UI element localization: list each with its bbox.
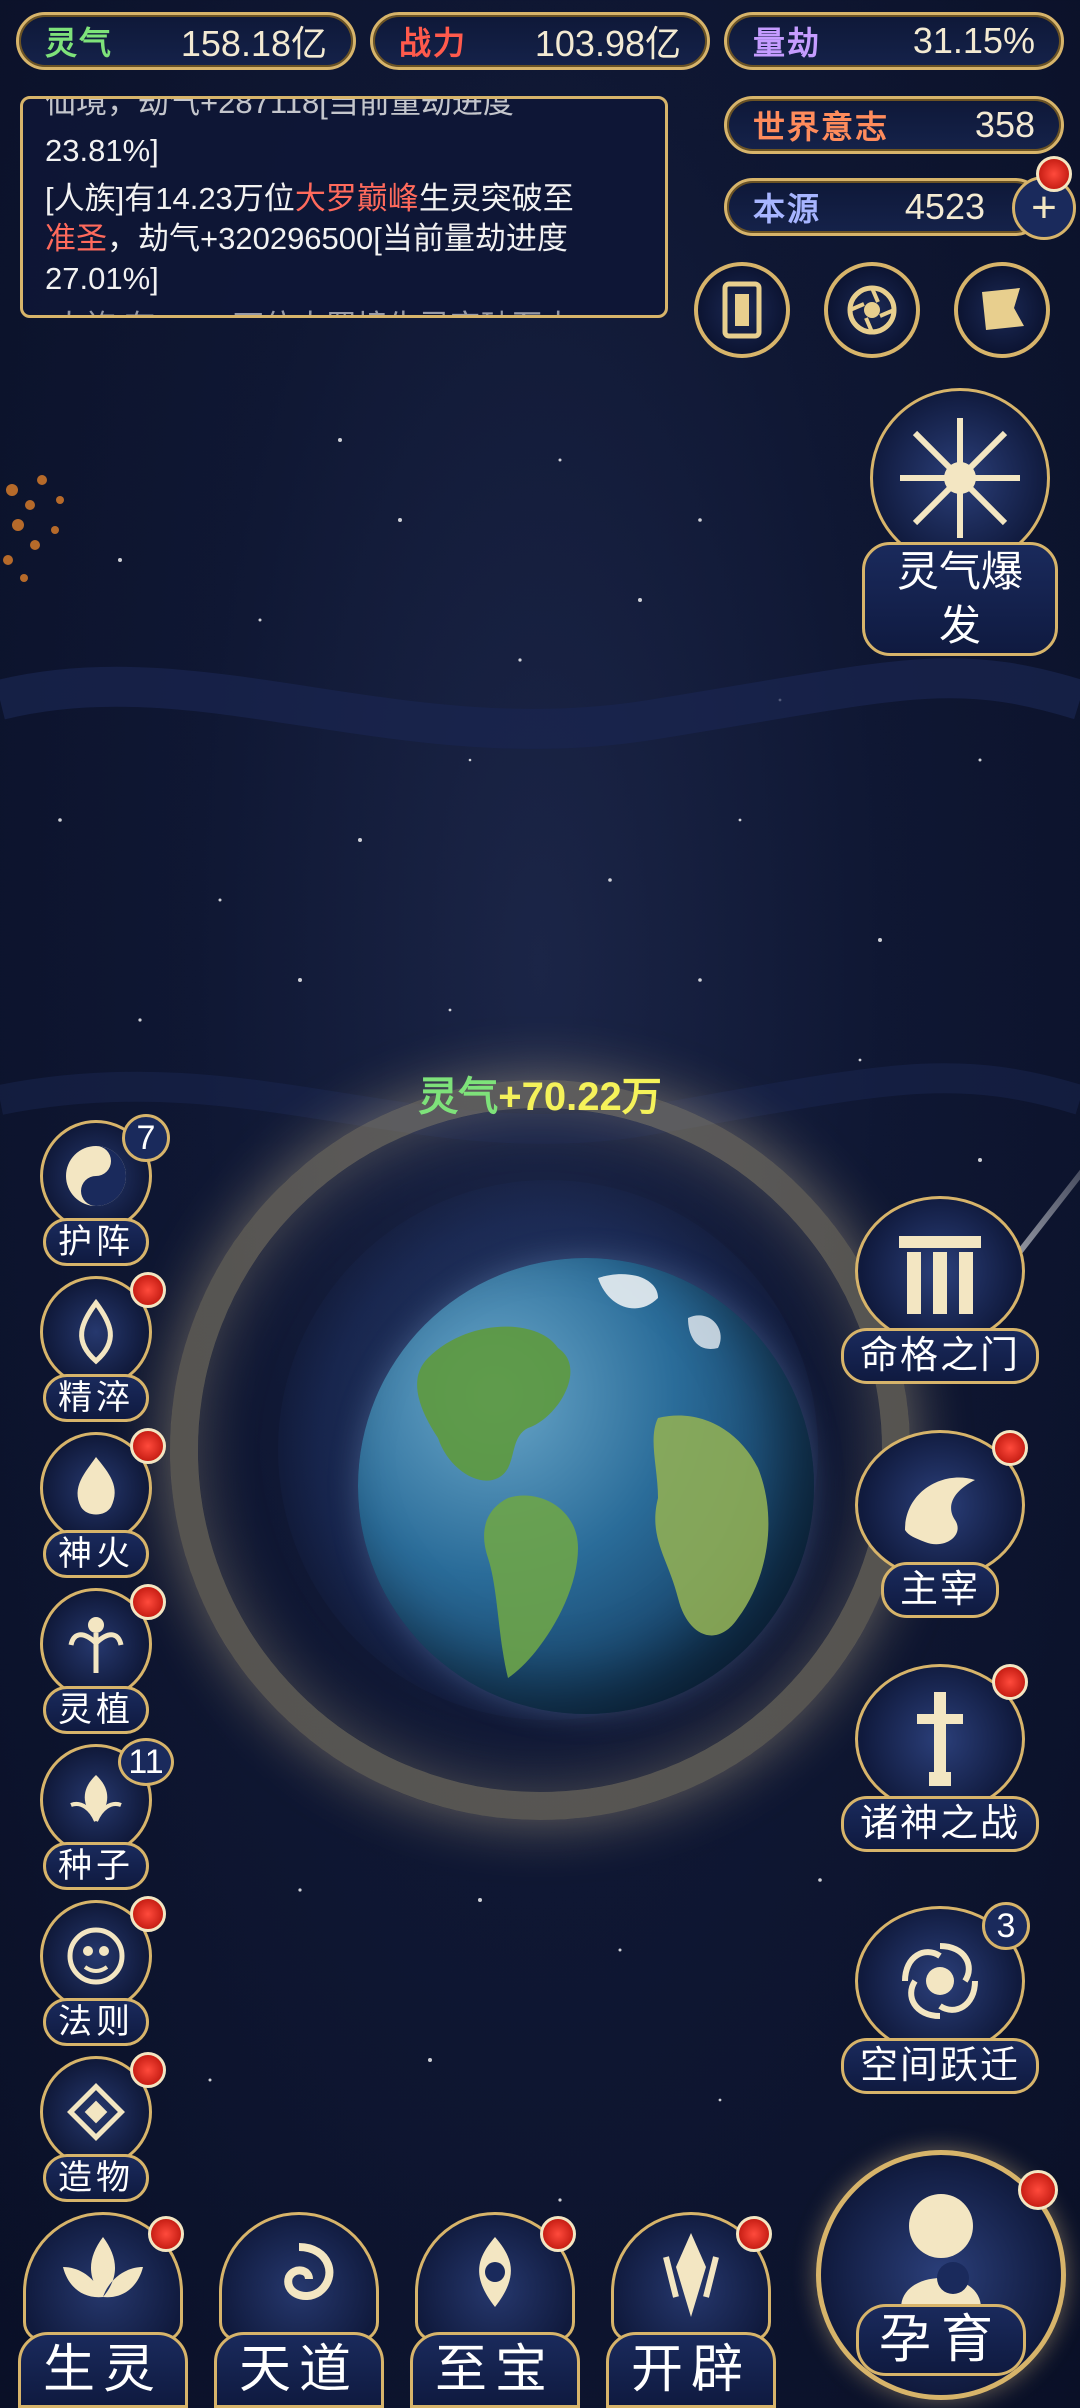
lingqi-label: 灵气 [45, 25, 114, 61]
lingqi-stat: 灵气 158.18亿 [16, 12, 356, 70]
menu-zhushen-label: 诸神之战 [840, 1796, 1039, 1852]
bottom-kaipi-label: 开辟 [606, 2332, 776, 2408]
gain-value: +70.22万 [498, 1075, 662, 1119]
shijie-label: 世界意志 [753, 109, 890, 145]
menu-zhuzai[interactable]: 主宰 [840, 1430, 1040, 1618]
menu-mingge-label: 命格之门 [840, 1328, 1039, 1384]
menu-mingge[interactable]: 命格之门 [840, 1196, 1040, 1384]
menu-shenhuo-label: 神火 [43, 1530, 149, 1578]
menu-kongjian-label: 空间跃迁 [840, 2038, 1039, 2094]
log-entry-2-realm: 准圣 [45, 221, 107, 256]
gate-icon [855, 1196, 1025, 1346]
log-line1-end: 23.81%] [45, 133, 159, 168]
menu-huzhen[interactable]: 护阵 7 [40, 1114, 170, 1266]
yunyu-label: 孕育 [856, 2304, 1026, 2376]
benyuan-value: 4523 [904, 186, 985, 227]
bottom-zhibao-dot [540, 2216, 576, 2252]
bottom-zhibao[interactable]: 至宝 [410, 2212, 580, 2408]
shijie-value: 358 [974, 104, 1035, 145]
menu-zaowu[interactable]: 造物 [40, 2052, 166, 2202]
bottom-shengling-dot [148, 2216, 184, 2252]
event-log[interactable]: 仙境，劫气+287118[当前量劫进度 23.81%] [人族]有14.23万位… [20, 96, 668, 318]
menu-lingzhi[interactable]: 灵植 [40, 1584, 166, 1734]
menu-shenhuo[interactable]: 神火 [40, 1428, 166, 1578]
menu-kongjian-badge: 3 [982, 1902, 1030, 1950]
zhanli-stat: 战力 103.98亿 [370, 12, 710, 70]
menu-lingzhi-dot [130, 1584, 166, 1620]
menu-zhuzai-label: 主宰 [880, 1562, 999, 1618]
menu-jingcui-label: 精淬 [43, 1374, 149, 1422]
menu-jingcui-dot [130, 1272, 166, 1308]
mother-icon [901, 2194, 981, 2308]
liangjie-label: 量劫 [753, 25, 822, 61]
zhanli-label: 战力 [399, 25, 468, 61]
benyuan-stat[interactable]: 本源 4523 [724, 178, 1044, 236]
bottom-tiandao[interactable]: 天道 [214, 2212, 384, 2408]
menu-faze[interactable]: 法则 [40, 1896, 166, 2046]
menu-jingcui[interactable]: 精淬 [40, 1272, 166, 1422]
log-partial-top: 仙境，劫气+287118[当前量劫进度 [45, 96, 514, 120]
liangjie-stat[interactable]: 量劫 31.15% [724, 12, 1064, 70]
bottom-zhibao-label: 至宝 [410, 2332, 580, 2408]
menu-faze-dot [130, 1896, 166, 1932]
card-button[interactable] [694, 262, 790, 358]
swirl-icon [219, 2212, 379, 2342]
menu-huzhen-label: 护阵 [43, 1218, 149, 1266]
log-entry-2-prefix: [人族]有14.23万位 [45, 181, 295, 216]
spirit-gain: 灵气+70.22万 [0, 1064, 1080, 1122]
liangjie-value: 31.15% [912, 20, 1035, 61]
menu-lingzhi-label: 灵植 [43, 1686, 149, 1734]
yunyu-button[interactable]: 孕育 [816, 2150, 1066, 2400]
log-entry-2-mid: 生灵突破至 [418, 181, 574, 216]
continents-icon [417, 1274, 769, 1678]
zhanli-value: 103.98亿 [534, 23, 681, 64]
log-partial-bottom: [人族]有17.82万位大罗境生灵突破至太 [45, 307, 643, 315]
log-entry-2-highlight: 大罗巅峰 [294, 181, 419, 216]
portal-button[interactable] [824, 262, 920, 358]
burst-label: 灵气爆发 [862, 542, 1058, 656]
menu-zhongzi-badge: 11 [118, 1738, 174, 1786]
menu-shenhuo-dot [130, 1428, 166, 1464]
lingqi-value: 158.18亿 [180, 23, 327, 64]
log-entry-2-suffix: ，劫气+320296500[当前量劫进度 [107, 221, 568, 256]
benyuan-notification-dot [1036, 156, 1072, 192]
log-entry-2-end: 27.01%] [45, 261, 159, 296]
flag-button[interactable] [954, 262, 1050, 358]
menu-zhongzi[interactable]: 种子 11 [40, 1738, 174, 1890]
menu-zaowu-dot [130, 2052, 166, 2088]
card-icon [722, 281, 762, 339]
starburst-icon [900, 418, 1020, 538]
bottom-shengling-label: 生灵 [18, 2332, 188, 2408]
menu-zhuzai-dot [992, 1430, 1028, 1466]
planet[interactable] [358, 1258, 814, 1714]
shijie-stat[interactable]: 世界意志 358 [724, 96, 1064, 154]
menu-zaowu-label: 造物 [43, 2154, 149, 2202]
burst-button[interactable]: 灵气爆发 [862, 388, 1058, 656]
portal-icon [847, 285, 897, 335]
menu-faze-label: 法则 [43, 1998, 149, 2046]
bottom-kaipi-dot [736, 2216, 772, 2252]
flag-icon [982, 288, 1024, 330]
menu-kongjian[interactable]: 空间跃迁 3 [840, 1902, 1040, 2094]
bottom-kaipi[interactable]: 开辟 [606, 2212, 776, 2408]
menu-zhongzi-label: 种子 [43, 1842, 149, 1890]
menu-zhushen-dot [992, 1664, 1028, 1700]
yunyu-dot [1018, 2170, 1058, 2210]
menu-huzhen-badge: 7 [122, 1114, 170, 1162]
bottom-shengling[interactable]: 生灵 [18, 2212, 188, 2408]
menu-zhushen[interactable]: 诸神之战 [840, 1664, 1040, 1852]
gain-label: 灵气 [418, 1075, 499, 1119]
log-entry-2: [人族]有14.23万位大罗巅峰生灵突破至准圣，劫气+320296500[当前量… [45, 179, 643, 299]
bottom-tiandao-label: 天道 [214, 2332, 384, 2408]
burst-icon-frame [870, 388, 1050, 568]
benyuan-label: 本源 [753, 191, 822, 227]
